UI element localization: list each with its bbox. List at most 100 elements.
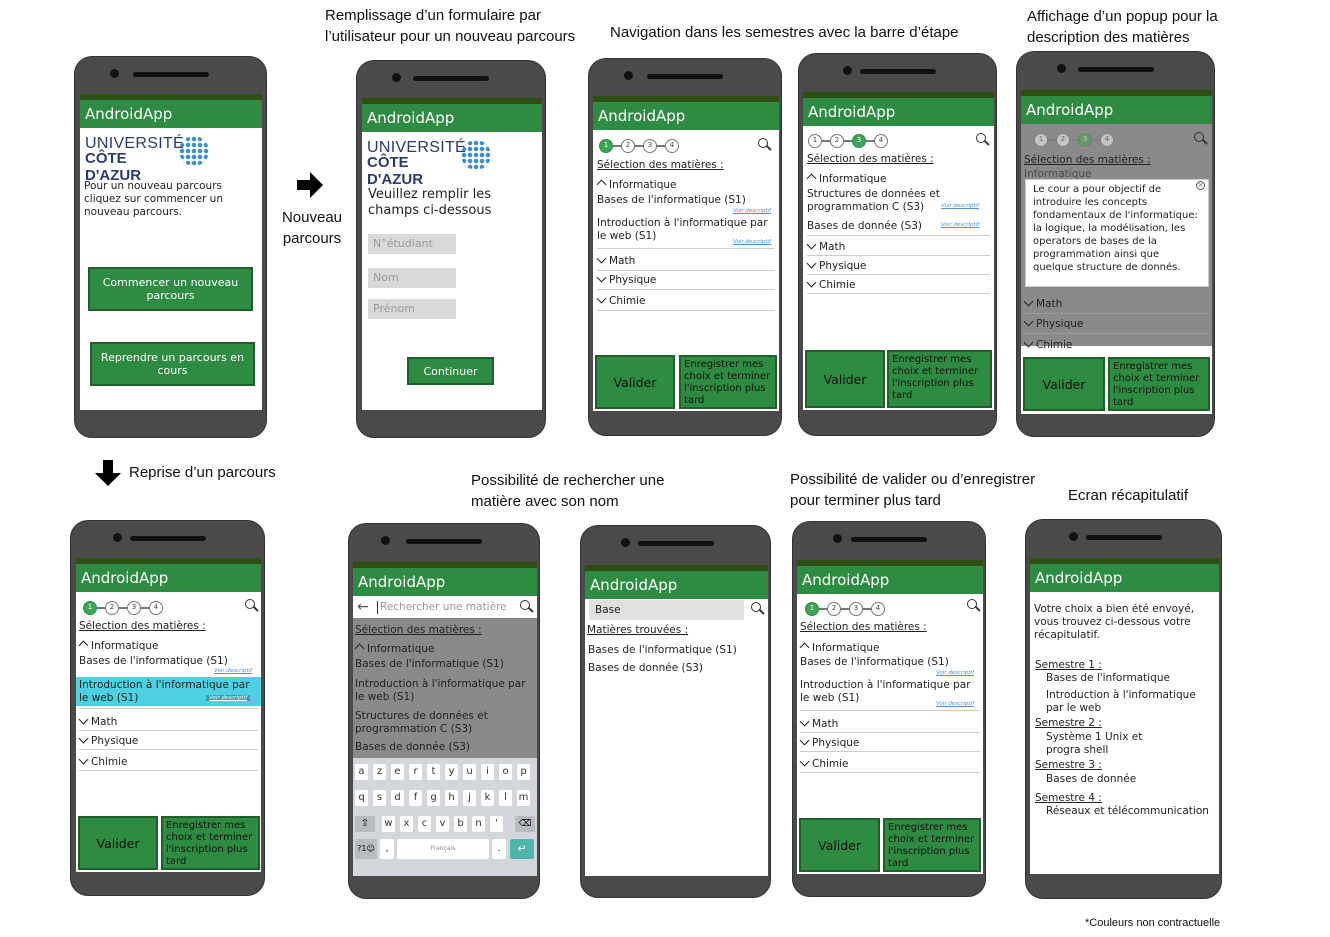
key-1[interactable]: x — [400, 816, 413, 832]
key-2[interactable]: e — [391, 764, 404, 780]
key-0[interactable]: a — [355, 764, 368, 780]
category-physique[interactable]: Physique — [78, 733, 138, 748]
category-chimie[interactable]: Chimie — [806, 277, 856, 292]
valider-button[interactable]: Valider — [595, 355, 675, 409]
category-informatique[interactable]: Informatique — [799, 642, 879, 655]
voir-descriptif-link[interactable]: Voir descriptif — [936, 670, 974, 676]
voir-descriptif-link[interactable]: Voir descriptif — [733, 239, 771, 245]
course-item[interactable]: Bases de l'informatique (S1) — [597, 194, 746, 207]
space-key[interactable]: Français — [397, 839, 489, 859]
key-5[interactable]: y — [445, 764, 458, 780]
key-4[interactable]: b — [454, 816, 467, 832]
search-icon[interactable] — [751, 602, 765, 616]
search-icon[interactable] — [245, 599, 259, 613]
valider-button[interactable]: Valider — [1023, 357, 1105, 411]
step-bar[interactable]: 1 2 3 4 — [805, 602, 890, 618]
key-5[interactable]: n — [472, 816, 485, 832]
period-key[interactable]: . — [492, 839, 506, 859]
valider-button[interactable]: Valider — [78, 816, 158, 870]
step-2[interactable]: 2 — [621, 139, 635, 153]
search-icon[interactable] — [967, 599, 981, 613]
step-1[interactable]: 1 — [599, 139, 613, 153]
category-math[interactable]: Math — [799, 716, 838, 731]
step-2[interactable]: 2 — [830, 134, 844, 148]
search-icon[interactable] — [1194, 132, 1208, 146]
key-4[interactable]: g — [427, 790, 440, 806]
course-item[interactable]: Bases de l'informatique (S1) — [79, 655, 228, 668]
valider-button[interactable]: Valider — [805, 350, 885, 408]
course-item-selected[interactable]: Introduction à l'informatique par le web… — [76, 677, 261, 706]
key-7[interactable]: i — [481, 764, 494, 780]
continue-button[interactable]: Continuer — [407, 357, 494, 385]
category-math[interactable]: Math — [1023, 296, 1062, 311]
step-3[interactable]: 3 — [852, 134, 866, 148]
search-icon[interactable] — [520, 600, 534, 614]
course-item[interactable]: Bases de donnée (S3) — [807, 220, 922, 233]
key-9[interactable]: p — [517, 764, 530, 780]
voir-descriptif-link[interactable]: Voir descriptif — [733, 208, 771, 214]
step-1[interactable]: 1 — [805, 602, 819, 616]
prenom-field[interactable]: Prénom — [368, 299, 456, 319]
category-physique[interactable]: Physique — [806, 258, 866, 273]
step-1[interactable]: 1 — [83, 601, 97, 615]
search-icon[interactable] — [758, 138, 772, 152]
voir-descriptif-link[interactable]: Voir descriptif — [941, 203, 979, 209]
course-item[interactable]: Structures de données et programmation C… — [807, 188, 957, 214]
key-3[interactable]: f — [409, 790, 422, 806]
save-later-button[interactable]: Enregistrer mes choix et terminer l'insc… — [161, 816, 260, 870]
step-4[interactable]: 4 — [665, 139, 679, 153]
key-6[interactable]: u — [463, 764, 476, 780]
key-6[interactable]: j — [463, 790, 476, 806]
key-8[interactable]: o — [499, 764, 512, 780]
step-bar[interactable]: 1 2 3 4 — [83, 601, 168, 617]
category-chimie[interactable]: Chimie — [1023, 337, 1073, 352]
step-1[interactable]: 1 — [808, 134, 822, 148]
step-4[interactable]: 4 — [149, 601, 163, 615]
step-3[interactable]: 3 — [127, 601, 141, 615]
voir-descriptif-link[interactable]: Voir descriptif — [214, 668, 252, 674]
key-0[interactable]: w — [382, 816, 395, 832]
category-math[interactable]: Math — [806, 239, 845, 254]
category-math[interactable]: Math — [78, 714, 117, 729]
key-1[interactable]: s — [373, 790, 386, 806]
key-7[interactable]: k — [481, 790, 494, 806]
comma-key[interactable]: , — [380, 839, 394, 859]
category-physique[interactable]: Physique — [799, 735, 859, 750]
step-4[interactable]: 4 — [1100, 133, 1114, 147]
symbols-key[interactable]: ?1☺ — [355, 839, 377, 859]
result-item[interactable]: Bases de donnée (S3) — [588, 662, 703, 675]
step-2[interactable]: 2 — [1056, 133, 1070, 147]
step-2[interactable]: 2 — [827, 602, 841, 616]
back-arrow-icon[interactable]: ← — [357, 599, 369, 615]
category-chimie[interactable]: Chimie — [78, 754, 128, 769]
voir-descriptif-link[interactable]: Voir descriptif — [206, 695, 251, 701]
step-bar[interactable]: 1 2 3 4 — [599, 139, 684, 155]
key-5[interactable]: h — [445, 790, 458, 806]
voir-descriptif-link[interactable]: Voir descriptif — [936, 701, 974, 707]
key-9[interactable]: m — [517, 790, 530, 806]
course-item[interactable]: Introduction à l'informatique par le web… — [355, 678, 535, 704]
step-3[interactable]: 3 — [1078, 133, 1092, 147]
step-3[interactable]: 3 — [643, 139, 657, 153]
category-informatique[interactable]: Informatique — [354, 643, 434, 656]
backspace-key[interactable]: ⌫ — [515, 816, 535, 832]
enter-key[interactable]: ↵ — [510, 839, 534, 859]
course-item[interactable]: Structures de données et programmation C… — [355, 710, 505, 736]
search-icon[interactable] — [976, 133, 990, 147]
nom-field[interactable]: Nom — [368, 268, 456, 288]
key-2[interactable]: c — [418, 816, 431, 832]
student-number-field[interactable]: N°étudiant — [368, 234, 456, 254]
key-0[interactable]: q — [355, 790, 368, 806]
save-later-button[interactable]: Enregistrer mes choix et terminer l'insc… — [887, 350, 992, 408]
step-4[interactable]: 4 — [871, 602, 885, 616]
category-math[interactable]: Math — [596, 253, 635, 268]
category-informatique[interactable]: Informatique — [596, 179, 676, 192]
save-later-button[interactable]: Enregistrer mes choix et terminer l'insc… — [883, 818, 981, 872]
step-bar[interactable]: 1 2 3 4 — [1034, 133, 1119, 149]
save-later-button[interactable]: Enregistrer mes choix et terminer l'insc… — [679, 355, 777, 409]
step-1[interactable]: 1 — [1034, 133, 1048, 147]
keyboard[interactable]: a z e r t y u i o p q s d f g h j k l m w x c v b n ' ⇧ ⌫ ?1☺ , Fr… — [353, 758, 537, 876]
shift-key[interactable]: ⇧ — [355, 816, 375, 832]
key-1[interactable]: z — [373, 764, 386, 780]
course-item[interactable]: Bases de l'informatique (S1) — [355, 658, 504, 671]
